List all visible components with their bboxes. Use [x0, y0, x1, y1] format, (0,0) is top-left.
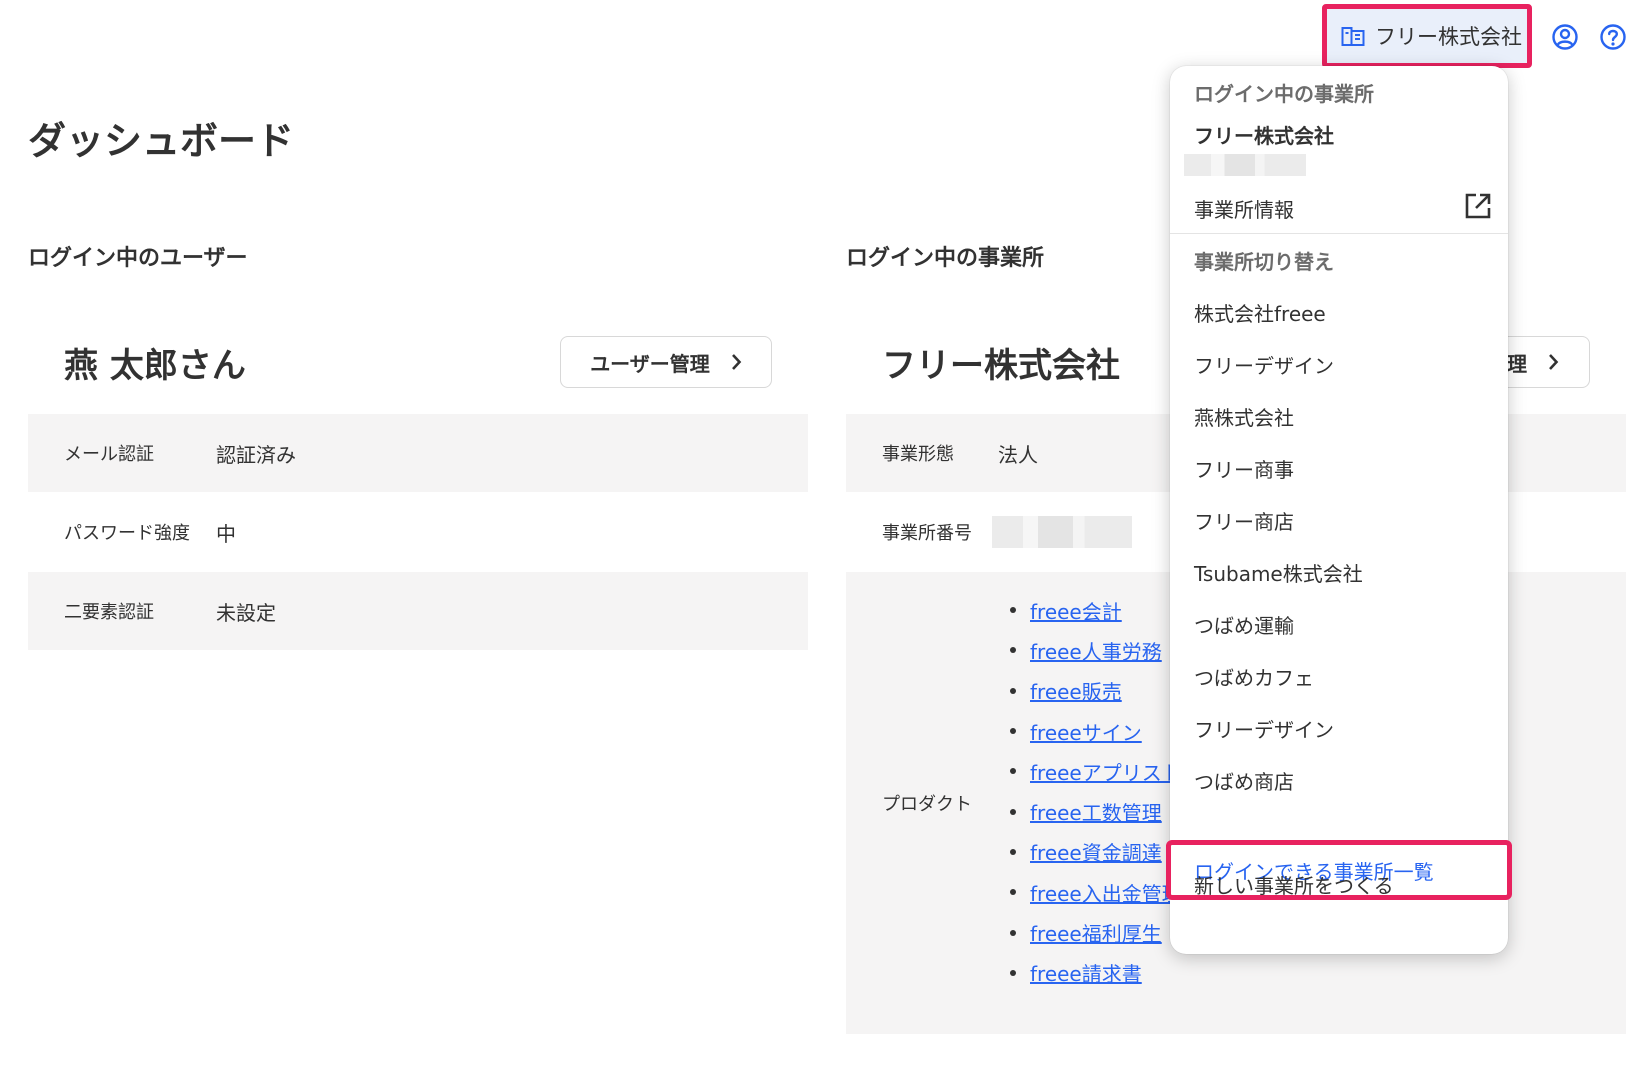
two-factor-value: 未設定	[216, 600, 276, 625]
password-strength-value: 中	[216, 521, 236, 546]
company-section-heading: ログイン中の事業所	[846, 246, 1045, 271]
company-menu-item[interactable]: フリーデザイン	[1194, 350, 1334, 379]
list-item: freee資金調達	[1010, 832, 1182, 872]
user-name: 燕 太郎さん	[64, 346, 246, 386]
building-icon	[1341, 25, 1365, 47]
email-verification-value: 認証済み	[216, 442, 296, 467]
redacted-company-number	[992, 516, 1132, 548]
help-circle-icon[interactable]	[1598, 22, 1628, 52]
product-link[interactable]: freeeアプリスト	[1030, 757, 1182, 786]
list-item: freee販売	[1010, 671, 1182, 711]
list-item: freeeサイン	[1010, 711, 1182, 751]
product-link[interactable]: freee福利厚生	[1030, 918, 1162, 947]
current-company-name: フリー株式会社	[1194, 124, 1334, 148]
chevron-right-icon	[730, 353, 742, 371]
product-link[interactable]: freee資金調達	[1030, 837, 1162, 866]
list-item: freee人事労務	[1010, 630, 1182, 670]
list-item: freee工数管理	[1010, 791, 1182, 831]
business-type-value: 法人	[998, 442, 1038, 467]
product-link[interactable]: freee人事労務	[1030, 636, 1162, 665]
company-menu-item[interactable]: つばめ運輸	[1194, 610, 1294, 639]
list-item: freee会計	[1010, 590, 1182, 630]
company-name: フリー株式会社	[882, 346, 1120, 386]
company-menu-item[interactable]: フリーデザイン	[1194, 714, 1334, 743]
product-link[interactable]: freee販売	[1030, 676, 1122, 705]
list-item: freee入出金管理	[1010, 872, 1182, 912]
company-menu-item[interactable]: フリー商店	[1194, 506, 1294, 535]
email-verification-key: メール認証	[64, 444, 154, 465]
company-menu-item[interactable]: つばめ商店	[1194, 766, 1294, 795]
company-info-menu-item[interactable]: 事業所情報	[1194, 194, 1294, 223]
company-number-key: 事業所番号	[882, 523, 972, 544]
company-management-label: 理	[1507, 351, 1527, 376]
company-menu-item[interactable]: フリー商事	[1194, 454, 1294, 483]
company-menu-item[interactable]: Tsubame株式会社	[1194, 558, 1363, 587]
redacted-company-id	[1184, 154, 1306, 176]
user-circle-icon[interactable]	[1550, 22, 1580, 52]
company-switcher-menu: ログイン中の事業所 フリー株式会社 事業所情報 事業所切り替え 株式会社free…	[1166, 66, 1512, 954]
product-link[interactable]: freee会計	[1030, 596, 1122, 625]
two-factor-key: 二要素認証	[64, 602, 154, 623]
company-menu-item[interactable]: 株式会社freee	[1194, 298, 1326, 327]
list-item: freeeアプリスト	[1010, 751, 1182, 791]
user-management-button[interactable]: ユーザー管理	[560, 336, 772, 388]
password-strength-key: パスワード強度	[64, 523, 190, 544]
company-switcher-label: フリー株式会社	[1375, 25, 1522, 49]
external-link-icon[interactable]	[1464, 192, 1492, 224]
switch-company-label: 事業所切り替え	[1194, 250, 1334, 274]
current-company-label: ログイン中の事業所	[1194, 82, 1374, 106]
chevron-right-icon	[1547, 353, 1559, 371]
list-item: freee請求書	[1010, 953, 1182, 993]
create-company-menu-item[interactable]: 新しい事業所をつくる	[1194, 870, 1394, 899]
company-menu-item[interactable]: 燕株式会社	[1194, 402, 1294, 431]
product-link[interactable]: freee工数管理	[1030, 797, 1162, 826]
list-item: freee福利厚生	[1010, 912, 1182, 952]
business-type-key: 事業形態	[882, 444, 954, 465]
page-title: ダッシュボード	[28, 119, 295, 163]
product-link[interactable]: freee請求書	[1030, 958, 1142, 987]
product-link[interactable]: freee入出金管理	[1030, 878, 1182, 907]
user-section-heading: ログイン中のユーザー	[28, 246, 248, 271]
company-switcher-button[interactable]: フリー株式会社	[1322, 4, 1532, 68]
product-list: freee会計 freee人事労務 freee販売 freeeサイン freee…	[1010, 590, 1182, 993]
product-link[interactable]: freeeサイン	[1030, 717, 1142, 746]
user-info-row: メール認証 認証済み	[28, 414, 808, 492]
user-info-row: パスワード強度 中	[28, 492, 808, 572]
user-info-row: 二要素認証 未設定	[28, 572, 808, 650]
products-key: プロダクト	[882, 794, 972, 815]
menu-divider	[1170, 233, 1508, 234]
company-menu-item[interactable]: つばめカフェ	[1194, 662, 1314, 691]
user-management-label: ユーザー管理	[590, 351, 710, 376]
